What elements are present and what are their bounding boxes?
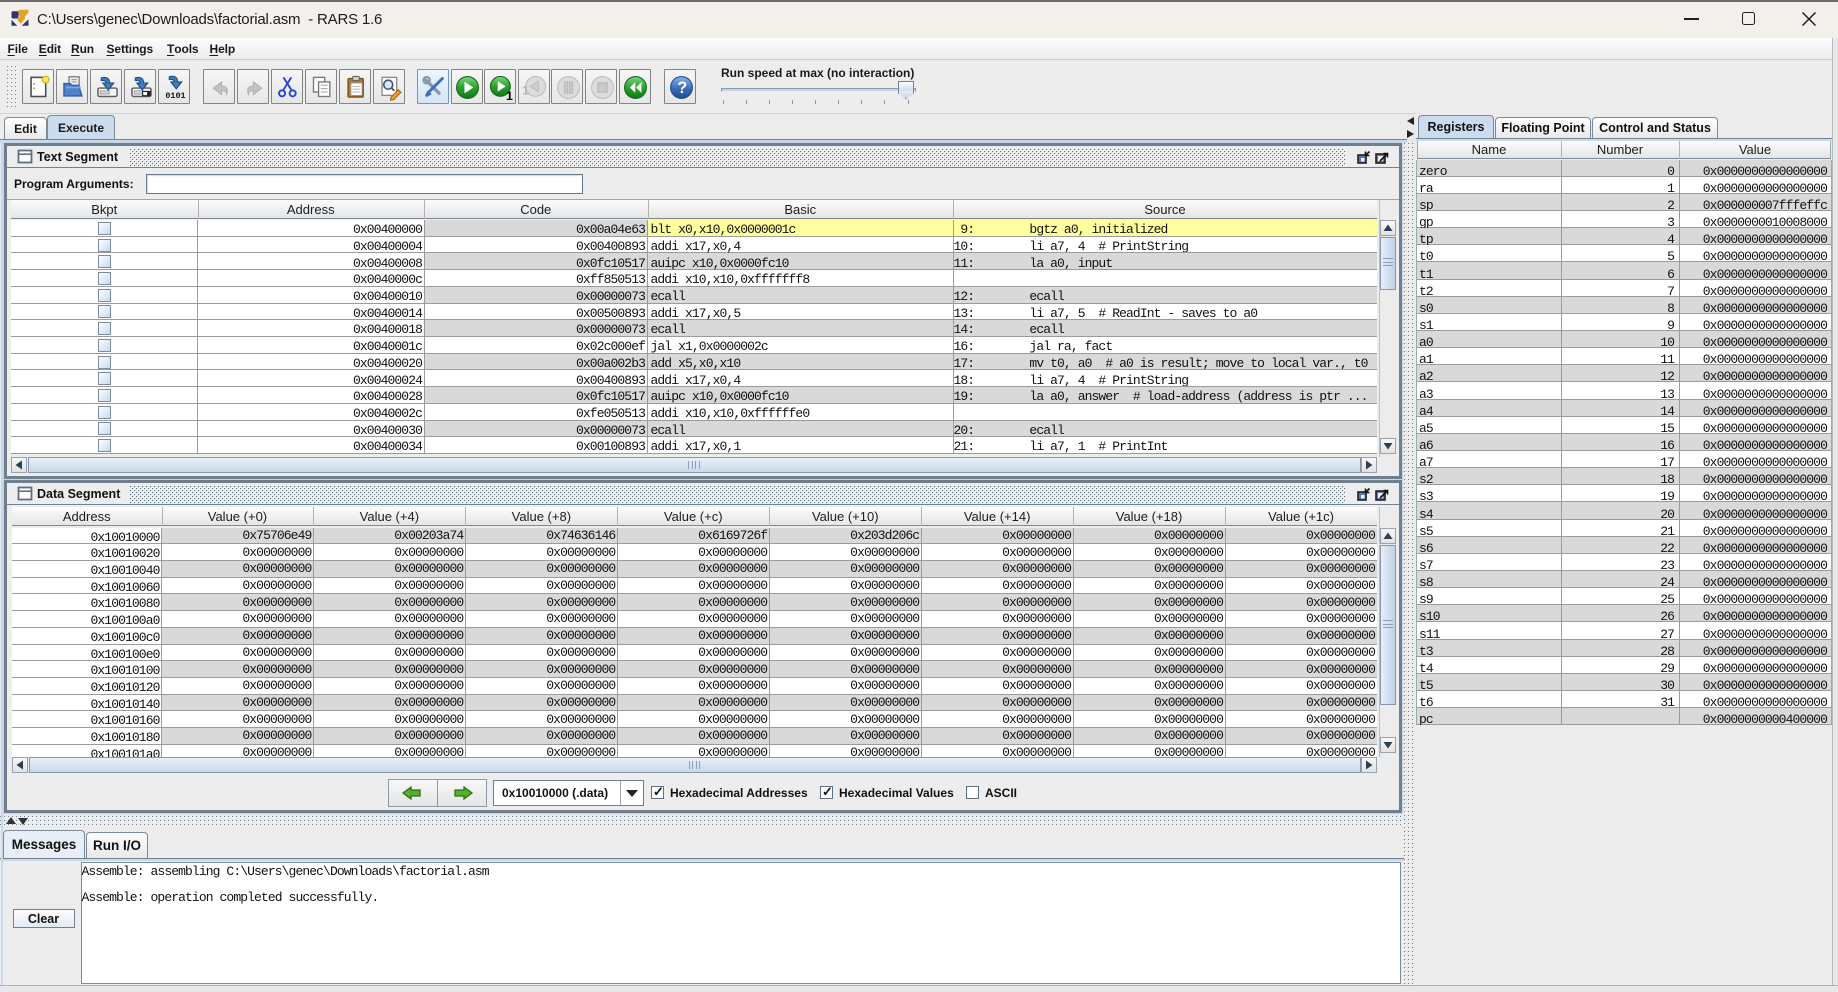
svg-text:0101: 0101	[165, 91, 185, 101]
svg-text:?: ?	[677, 79, 687, 97]
svg-text:1: 1	[522, 83, 529, 97]
svg-text:1: 1	[506, 88, 513, 100]
